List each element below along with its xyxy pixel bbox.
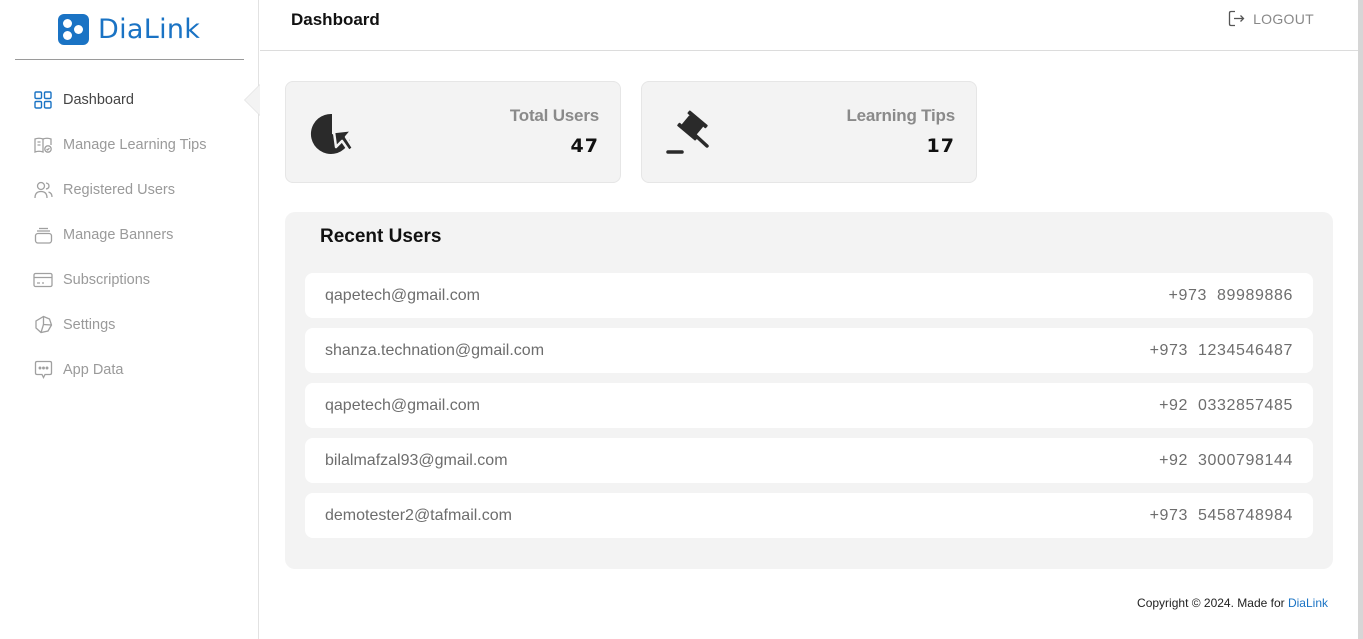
gavel-icon	[664, 110, 712, 158]
sidebar-nav: Dashboard Manage Learning Tips Registere…	[0, 77, 260, 392]
stat-title: Learning Tips	[846, 106, 955, 125]
country-code: +92	[1159, 451, 1189, 469]
logo-icon	[58, 13, 89, 45]
sidebar-item-label: Manage Banners	[63, 226, 174, 243]
page-title: Dashboard	[291, 10, 380, 29]
panel-title: Recent Users	[320, 226, 442, 247]
phone-number: 5458748984	[1198, 506, 1293, 524]
chat-icon	[33, 360, 53, 380]
sidebar-item-dashboard[interactable]: Dashboard	[0, 77, 260, 122]
sidebar-item-label: Subscriptions	[63, 271, 151, 288]
stat-value: 17	[926, 135, 955, 157]
brand-name: DiaLink	[98, 13, 201, 45]
list-item[interactable]: demotester2@tafmail.com +973 5458748984	[305, 493, 1313, 538]
country-code: +92	[1159, 396, 1189, 414]
country-code: +973	[1149, 341, 1189, 359]
stat-card-learning-tips: Learning Tips 17	[641, 81, 977, 183]
footer-brand-link[interactable]: DiaLink	[1288, 596, 1328, 610]
sidebar-item-label: Settings	[63, 316, 116, 333]
sidebar: DiaLink Dashboard Manage Learning Tips R…	[0, 0, 260, 639]
recent-users-list: qapetech@gmail.com +973 89989886 shanza.t…	[305, 273, 1313, 548]
sidebar-item-manage-banners[interactable]: Manage Banners	[0, 212, 259, 257]
logout-label: LOGOUT	[1253, 10, 1314, 27]
user-email: bilalmafzal93@gmail.com	[325, 451, 508, 469]
vertical-scrollbar[interactable]	[1358, 0, 1363, 639]
list-item[interactable]: qapetech@gmail.com +973 89989886	[305, 273, 1313, 318]
stat-value: 47	[570, 135, 599, 157]
sidebar-item-registered-users[interactable]: Registered Users	[0, 167, 259, 212]
sidebar-divider	[15, 59, 244, 60]
sidebar-item-settings[interactable]: Settings	[0, 302, 259, 347]
user-phone: +92 0332857485	[1159, 397, 1293, 415]
top-header: Dashboard LOGOUT	[260, 0, 1358, 51]
user-email: shanza.technation@gmail.com	[325, 341, 545, 359]
phone-number: 89989886	[1217, 286, 1293, 304]
user-phone: +92 3000798144	[1159, 452, 1293, 470]
user-email: qapetech@gmail.com	[325, 396, 480, 414]
banner-icon	[33, 225, 53, 245]
stat-card-total-users: Total Users 47	[285, 81, 621, 183]
sidebar-item-label: App Data	[63, 361, 124, 378]
sidebar-item-subscriptions[interactable]: Subscriptions	[0, 257, 259, 302]
stat-title: Total Users	[509, 106, 599, 125]
country-code: +973	[1168, 286, 1207, 304]
grid-icon	[33, 90, 53, 110]
pie-pointer-icon	[308, 110, 356, 158]
phone-number: 3000798144	[1198, 451, 1293, 469]
sidebar-item-app-data[interactable]: App Data	[0, 347, 259, 392]
users-icon	[33, 180, 53, 200]
list-item[interactable]: shanza.technation@gmail.com +973 12345464…	[305, 328, 1313, 373]
copyright-text: Copyright © 2024. Made for	[1137, 596, 1288, 610]
sidebar-item-label: Registered Users	[63, 181, 176, 198]
logout-button[interactable]: LOGOUT	[1228, 10, 1314, 27]
sidebar-item-label: Manage Learning Tips	[63, 136, 207, 153]
user-phone: +973 89989886	[1169, 287, 1293, 305]
user-email: demotester2@tafmail.com	[325, 506, 512, 524]
sidebar-item-label: Dashboard	[63, 91, 134, 108]
phone-number: 1234546487	[1198, 341, 1293, 359]
sidebar-item-learning-tips[interactable]: Manage Learning Tips	[0, 122, 259, 167]
card-icon	[33, 270, 53, 290]
user-phone: +973 1234546487	[1150, 342, 1293, 360]
user-email: qapetech@gmail.com	[325, 286, 480, 304]
country-code: +973	[1149, 506, 1189, 524]
list-item[interactable]: qapetech@gmail.com +92 0332857485	[305, 383, 1313, 428]
brand-logo[interactable]: DiaLink	[58, 12, 200, 46]
footer: Copyright © 2024. Made for DiaLink	[1137, 596, 1328, 610]
settings-icon	[33, 315, 53, 335]
user-phone: +973 5458748984	[1150, 507, 1293, 525]
recent-users-panel: Recent Users qapetech@gmail.com +973 8998…	[285, 212, 1333, 569]
book-icon	[33, 135, 53, 155]
phone-number: 0332857485	[1198, 396, 1293, 414]
list-item[interactable]: bilalmafzal93@gmail.com +92 3000798144	[305, 438, 1313, 483]
scrollbar-thumb[interactable]	[1358, 0, 1363, 639]
logout-icon	[1228, 10, 1245, 27]
